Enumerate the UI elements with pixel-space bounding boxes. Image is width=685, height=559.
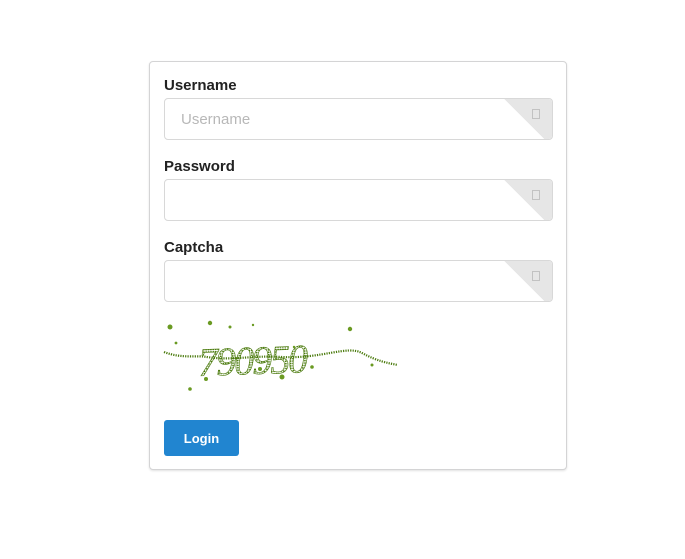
login-button[interactable]: Login [164, 420, 239, 456]
captcha-corner-label [504, 261, 552, 301]
username-label: Username [164, 77, 237, 94]
username-field-wrapper [164, 98, 553, 140]
field-corner-icon [532, 109, 540, 119]
field-corner-icon [532, 271, 540, 281]
captcha-field-wrapper [164, 260, 553, 302]
password-field-wrapper [164, 179, 553, 221]
captcha-image[interactable]: 790950 [162, 317, 402, 397]
password-input[interactable] [165, 180, 505, 220]
password-label: Password [164, 158, 235, 175]
username-corner-label [504, 99, 552, 139]
captcha-text: 790950 [197, 336, 309, 385]
captcha-label: Captcha [164, 239, 224, 256]
login-form-card: Username Password Captcha 790950 [149, 61, 567, 470]
username-input[interactable] [165, 99, 505, 139]
captcha-input[interactable] [165, 261, 505, 301]
field-corner-icon [532, 190, 540, 200]
password-corner-label [504, 180, 552, 220]
